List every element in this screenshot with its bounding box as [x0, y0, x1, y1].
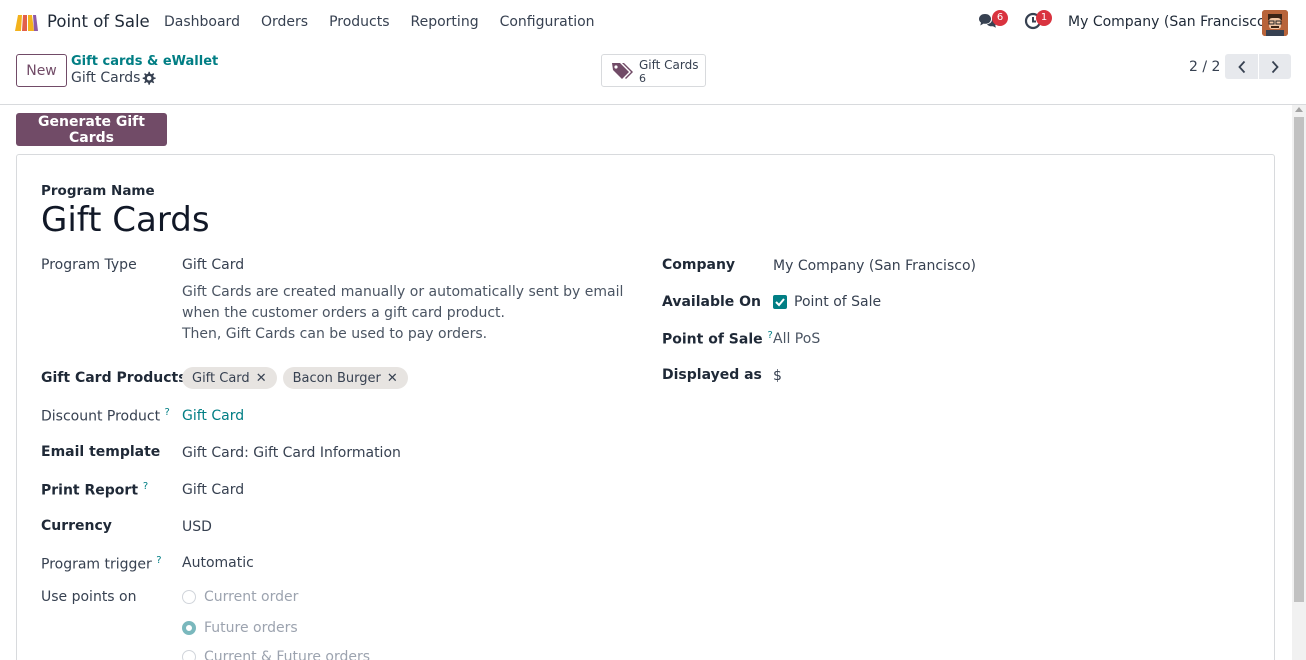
available-on-checkbox[interactable] [773, 295, 787, 309]
pager-previous-button[interactable] [1225, 54, 1258, 79]
company-field[interactable]: My Company (San Francisco) [773, 258, 976, 274]
description-line-1: Gift Cards are created manually or autom… [182, 284, 624, 321]
displayed-as-field[interactable]: $ [773, 368, 782, 384]
email-template-field[interactable]: Gift Card: Gift Card Information [182, 445, 401, 461]
program-name-field[interactable]: Gift Cards [41, 200, 210, 240]
user-avatar[interactable] [1262, 10, 1288, 36]
description-line-2: Then, Gift Cards can be used to pay orde… [182, 326, 488, 342]
pager-next-button[interactable] [1258, 54, 1291, 79]
vertical-scrollbar[interactable] [1292, 105, 1306, 660]
tags-icon [612, 63, 633, 79]
radio-current-order[interactable]: Current order [182, 589, 298, 605]
print-report-field[interactable]: Gift Card [182, 482, 244, 498]
use-points-on-label: Use points on [41, 589, 137, 605]
program-trigger-field[interactable]: Automatic [182, 555, 254, 571]
available-on-option-label: Point of Sale [794, 294, 882, 310]
company-label: Company [662, 257, 736, 273]
radio-future-orders[interactable]: Future orders [182, 620, 298, 636]
app-name[interactable]: Point of Sale [47, 12, 150, 31]
product-tag: Gift Card ✕ [182, 367, 277, 389]
breadcrumb-parent-link[interactable]: Gift cards & eWallet [71, 54, 218, 69]
chevron-right-icon [1271, 60, 1279, 73]
currency-label: Currency [41, 518, 112, 534]
menu-configuration[interactable]: Configuration [500, 14, 595, 30]
gift-cards-smart-button[interactable]: Gift Cards 6 [601, 54, 706, 87]
avatar-image-icon [1262, 10, 1288, 36]
radio-label: Future orders [204, 620, 298, 636]
company-switcher[interactable]: My Company (San Francisco) [1068, 14, 1271, 30]
program-trigger-label-text: Program trigger [41, 556, 152, 573]
program-type-label: Program Type [41, 257, 137, 273]
product-tag: Bacon Burger ✕ [282, 367, 408, 389]
main-menu: Dashboard Orders Products Reporting Conf… [164, 14, 616, 30]
menu-reporting[interactable]: Reporting [411, 14, 479, 30]
messages-count-badge: 6 [992, 10, 1008, 26]
program-name-label: Program Name [41, 183, 155, 199]
point-of-sale-label-text: Point of Sale [662, 331, 763, 348]
scroll-up-arrow-icon[interactable] [1295, 107, 1303, 112]
radio-unchecked-icon [182, 590, 196, 604]
radio-checked-icon [182, 621, 196, 635]
top-navbar: Point of Sale Dashboard Orders Products … [0, 0, 1306, 46]
pos-app-icon[interactable] [13, 11, 39, 33]
new-button[interactable]: New [16, 54, 67, 87]
smart-button-label: Gift Cards [639, 58, 699, 72]
print-report-label-text: Print Report [41, 482, 139, 499]
activities-button[interactable]: 1 [1024, 10, 1052, 34]
print-report-label: Print Report ? [41, 481, 148, 499]
product-tag-label: Bacon Burger [292, 370, 381, 386]
chevron-left-icon [1237, 60, 1245, 73]
radio-current-and-future-orders[interactable]: Current & Future orders [182, 649, 370, 660]
program-trigger-label: Program trigger ? [41, 555, 162, 573]
menu-dashboard[interactable]: Dashboard [164, 14, 240, 30]
product-tag-label: Gift Card [192, 370, 250, 386]
activities-count-badge: 1 [1036, 10, 1052, 26]
discount-product-label-text: Discount Product [41, 408, 161, 425]
point-of-sale-field[interactable]: All PoS [773, 331, 820, 347]
point-of-sale-label: Point of Sale ? [662, 330, 773, 348]
currency-field[interactable]: USD [182, 519, 212, 535]
available-on-label: Available On [662, 294, 762, 310]
form-view: Generate Gift Cards Program Name Gift Ca… [0, 105, 1292, 660]
help-marker[interactable]: ? [156, 555, 161, 566]
pager-value[interactable]: 2 / 2 [1189, 59, 1220, 75]
help-marker[interactable]: ? [165, 407, 170, 418]
generate-gift-cards-button[interactable]: Generate Gift Cards [16, 113, 167, 146]
radio-label: Current order [204, 589, 299, 605]
menu-orders[interactable]: Orders [261, 14, 308, 30]
menu-products[interactable]: Products [329, 14, 389, 30]
breadcrumb-current: Gift Cards [71, 70, 141, 86]
scrollbar-thumb[interactable] [1294, 117, 1304, 602]
radio-label: Current & Future orders [204, 649, 371, 660]
form-sheet: Program Name Gift Cards Program Type Gif… [16, 154, 1275, 660]
radio-unchecked-icon [182, 650, 196, 660]
discount-product-label: Discount Product ? [41, 407, 170, 425]
gift-card-products-field[interactable]: Gift Card ✕ Bacon Burger ✕ [182, 367, 408, 389]
discount-product-field[interactable]: Gift Card [182, 408, 244, 424]
gear-icon[interactable] [141, 71, 156, 86]
remove-tag-icon[interactable]: ✕ [256, 371, 267, 386]
messages-button[interactable]: 6 [978, 10, 1008, 34]
gift-card-products-label: Gift Card Products [41, 370, 187, 386]
program-type-field[interactable]: Gift Card [182, 257, 244, 273]
smart-button-count: 6 [639, 72, 646, 85]
program-type-description: Gift Cards are created manually or autom… [182, 282, 632, 345]
email-template-label: Email template [41, 444, 161, 460]
remove-tag-icon[interactable]: ✕ [387, 371, 398, 386]
help-marker[interactable]: ? [143, 481, 148, 492]
displayed-as-label: Displayed as [662, 367, 762, 383]
checkmark-icon [775, 298, 785, 307]
control-panel: New Gift cards & eWallet Gift Cards Gift… [0, 46, 1306, 105]
